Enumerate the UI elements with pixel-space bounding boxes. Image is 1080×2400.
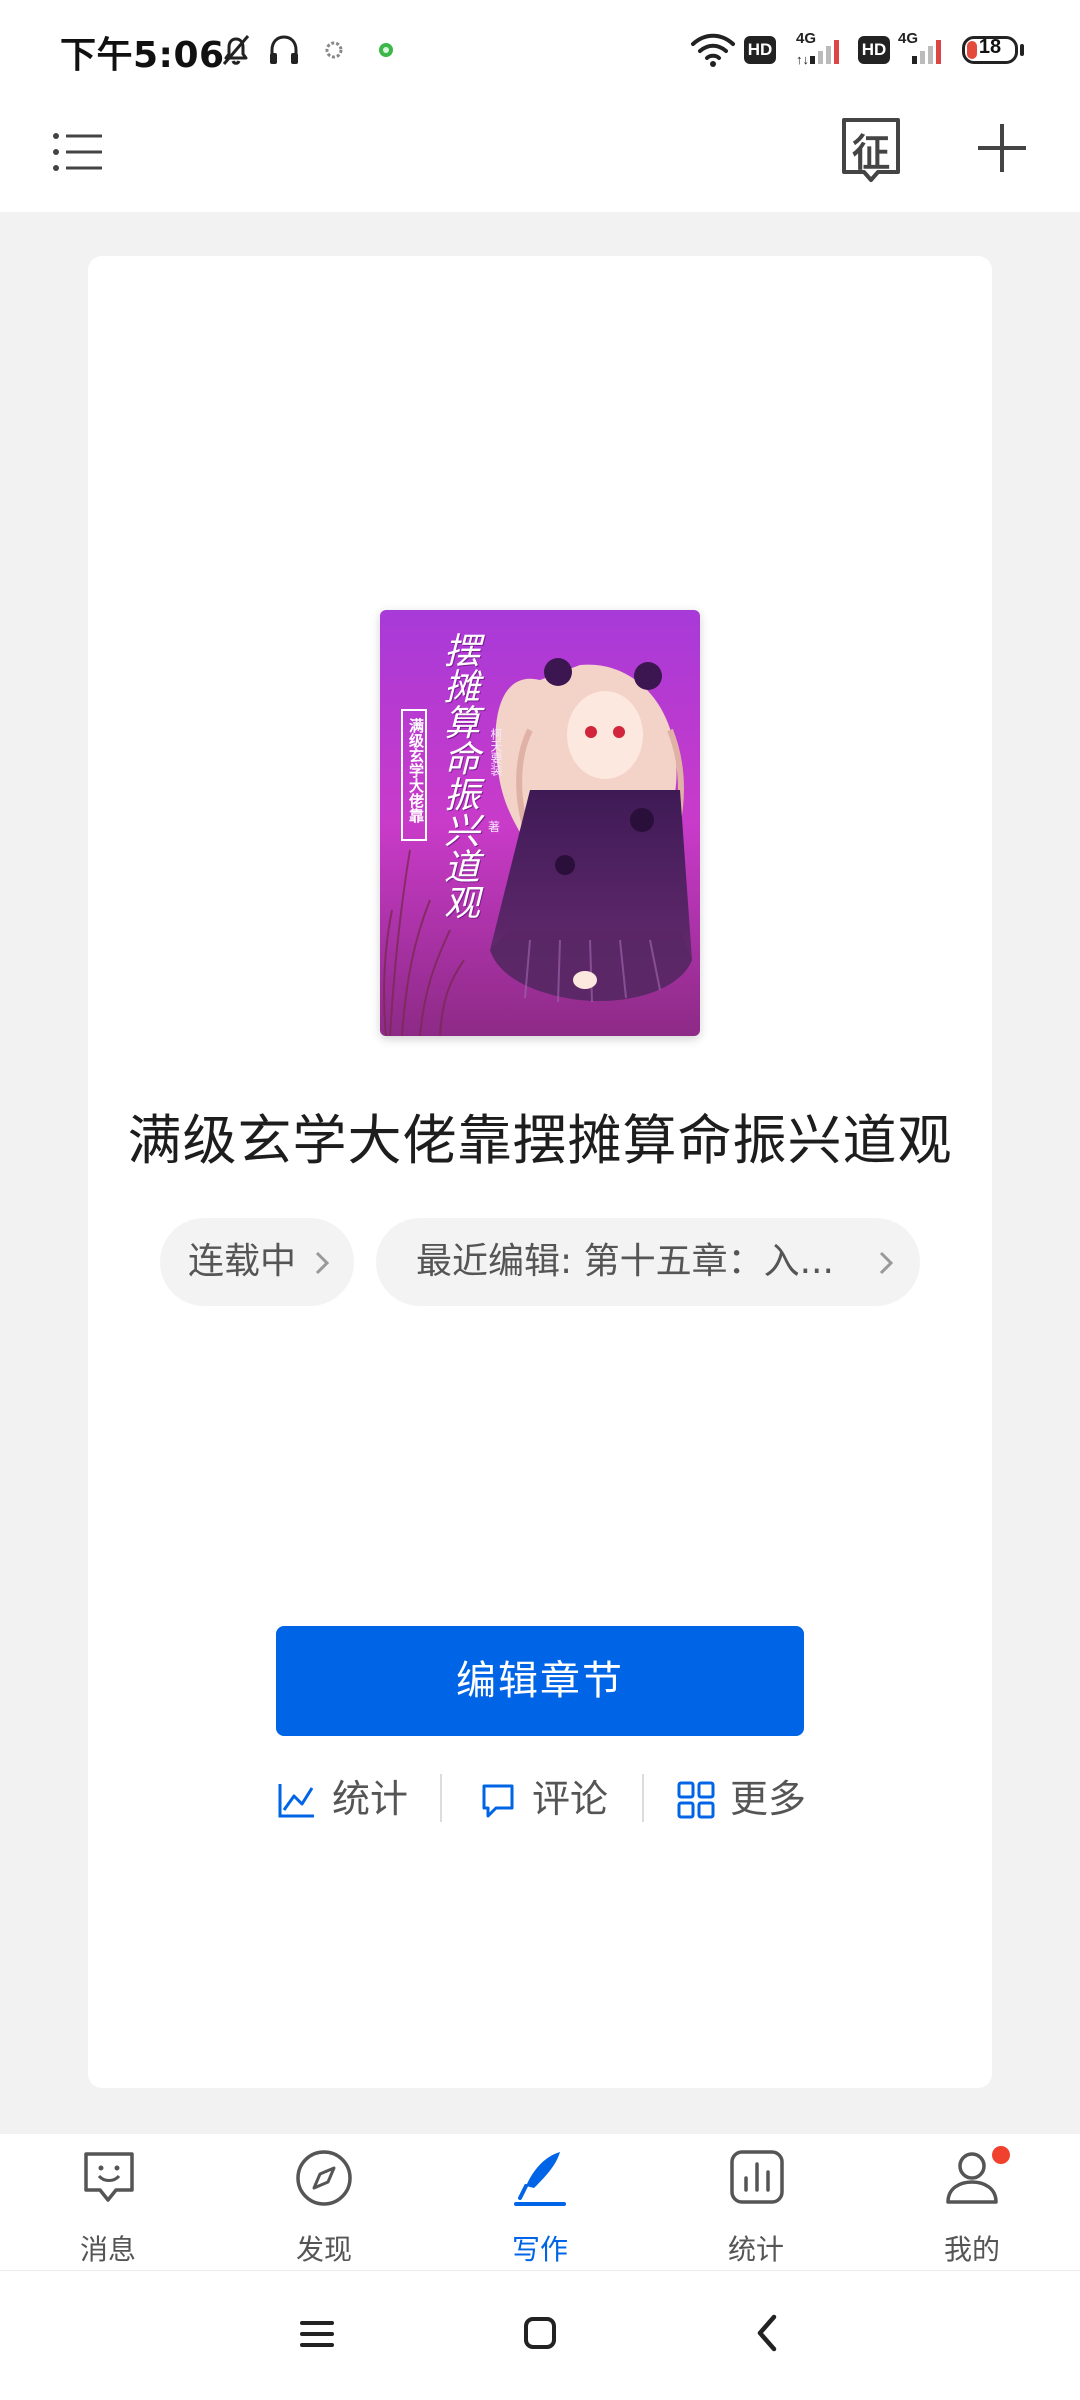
signal-icon: ↑↓ xyxy=(796,40,839,66)
book-cover[interactable]: 满级玄学大佬靠 摆摊算命振兴道观 柯天要装 著 xyxy=(380,610,700,1036)
recent-apps-icon[interactable] xyxy=(298,2317,336,2351)
app-indicator-icon xyxy=(379,43,393,57)
headphones-icon xyxy=(270,35,298,64)
cover-illustration xyxy=(380,610,700,1036)
system-nav-bar xyxy=(0,2270,1080,2400)
home-icon[interactable] xyxy=(522,2315,558,2351)
cover-author-suffix: 著 xyxy=(488,820,501,834)
status-bar: 下午5:06 HD 4G ↑↓ HD 4G 18 xyxy=(0,0,1080,100)
cover-boxed-title: 满级玄学大佬靠 xyxy=(407,718,425,823)
wifi-icon xyxy=(691,33,735,67)
status-time: 下午5:06 xyxy=(60,35,225,76)
chevron-right-icon xyxy=(315,1251,330,1275)
hd-badge-2: HD xyxy=(858,36,890,64)
tab-label: 消息 xyxy=(79,2233,136,2266)
tab-label: 写作 xyxy=(511,2233,568,2266)
comments-label: 评论 xyxy=(532,1777,609,1821)
tab-label: 发现 xyxy=(295,2233,352,2266)
tab-label: 统计 xyxy=(727,2233,784,2266)
recent-edit-pill[interactable]: 最近编辑: 第十五章：入... xyxy=(376,1218,920,1306)
battery-icon: 18 xyxy=(962,36,1018,64)
tab-label: 我的 xyxy=(943,2233,1000,2266)
chevron-right-icon xyxy=(879,1251,894,1275)
bell-muted-icon xyxy=(222,35,250,65)
more-label: 更多 xyxy=(730,1777,807,1821)
hd-badge: HD xyxy=(744,36,776,64)
contest-stamp-icon[interactable]: 征 xyxy=(840,116,902,184)
cover-main-title: 摆摊算命振兴道观 xyxy=(438,632,479,920)
battery-level: 18 xyxy=(978,36,1002,58)
contest-glyph: 征 xyxy=(851,131,890,175)
back-icon[interactable] xyxy=(752,2313,782,2353)
action-divider xyxy=(440,1774,442,1822)
menu-list-icon[interactable] xyxy=(48,122,108,182)
app-header: 征 xyxy=(0,100,1080,212)
message-face-icon xyxy=(84,2152,134,2202)
line-chart-icon xyxy=(278,1784,314,1818)
recent-edit-label: 最近编辑: 第十五章：入... xyxy=(416,1241,834,1282)
cover-author: 柯天要装 xyxy=(489,728,503,776)
bar-stats-icon xyxy=(730,2150,784,2204)
status-pill-label: 连载中 xyxy=(188,1241,297,1282)
action-divider xyxy=(642,1774,644,1822)
add-plus-icon[interactable] xyxy=(974,120,1030,176)
pen-write-icon xyxy=(514,2152,566,2206)
notification-badge xyxy=(992,2146,1010,2164)
comment-icon xyxy=(482,1784,514,1818)
grid-more-icon xyxy=(677,1781,715,1819)
compass-icon xyxy=(296,2150,352,2206)
signal-icon-2 xyxy=(912,40,941,64)
status-pill[interactable]: 连载中 xyxy=(160,1218,354,1306)
svg-text:↑↓: ↑↓ xyxy=(796,52,809,66)
book-title[interactable]: 满级玄学大佬靠摆摊算命振兴道观 xyxy=(88,1096,992,1175)
edit-chapter-button[interactable]: 编辑章节 xyxy=(276,1626,804,1736)
settings-small-icon xyxy=(325,41,343,59)
stats-label: 统计 xyxy=(332,1777,409,1821)
